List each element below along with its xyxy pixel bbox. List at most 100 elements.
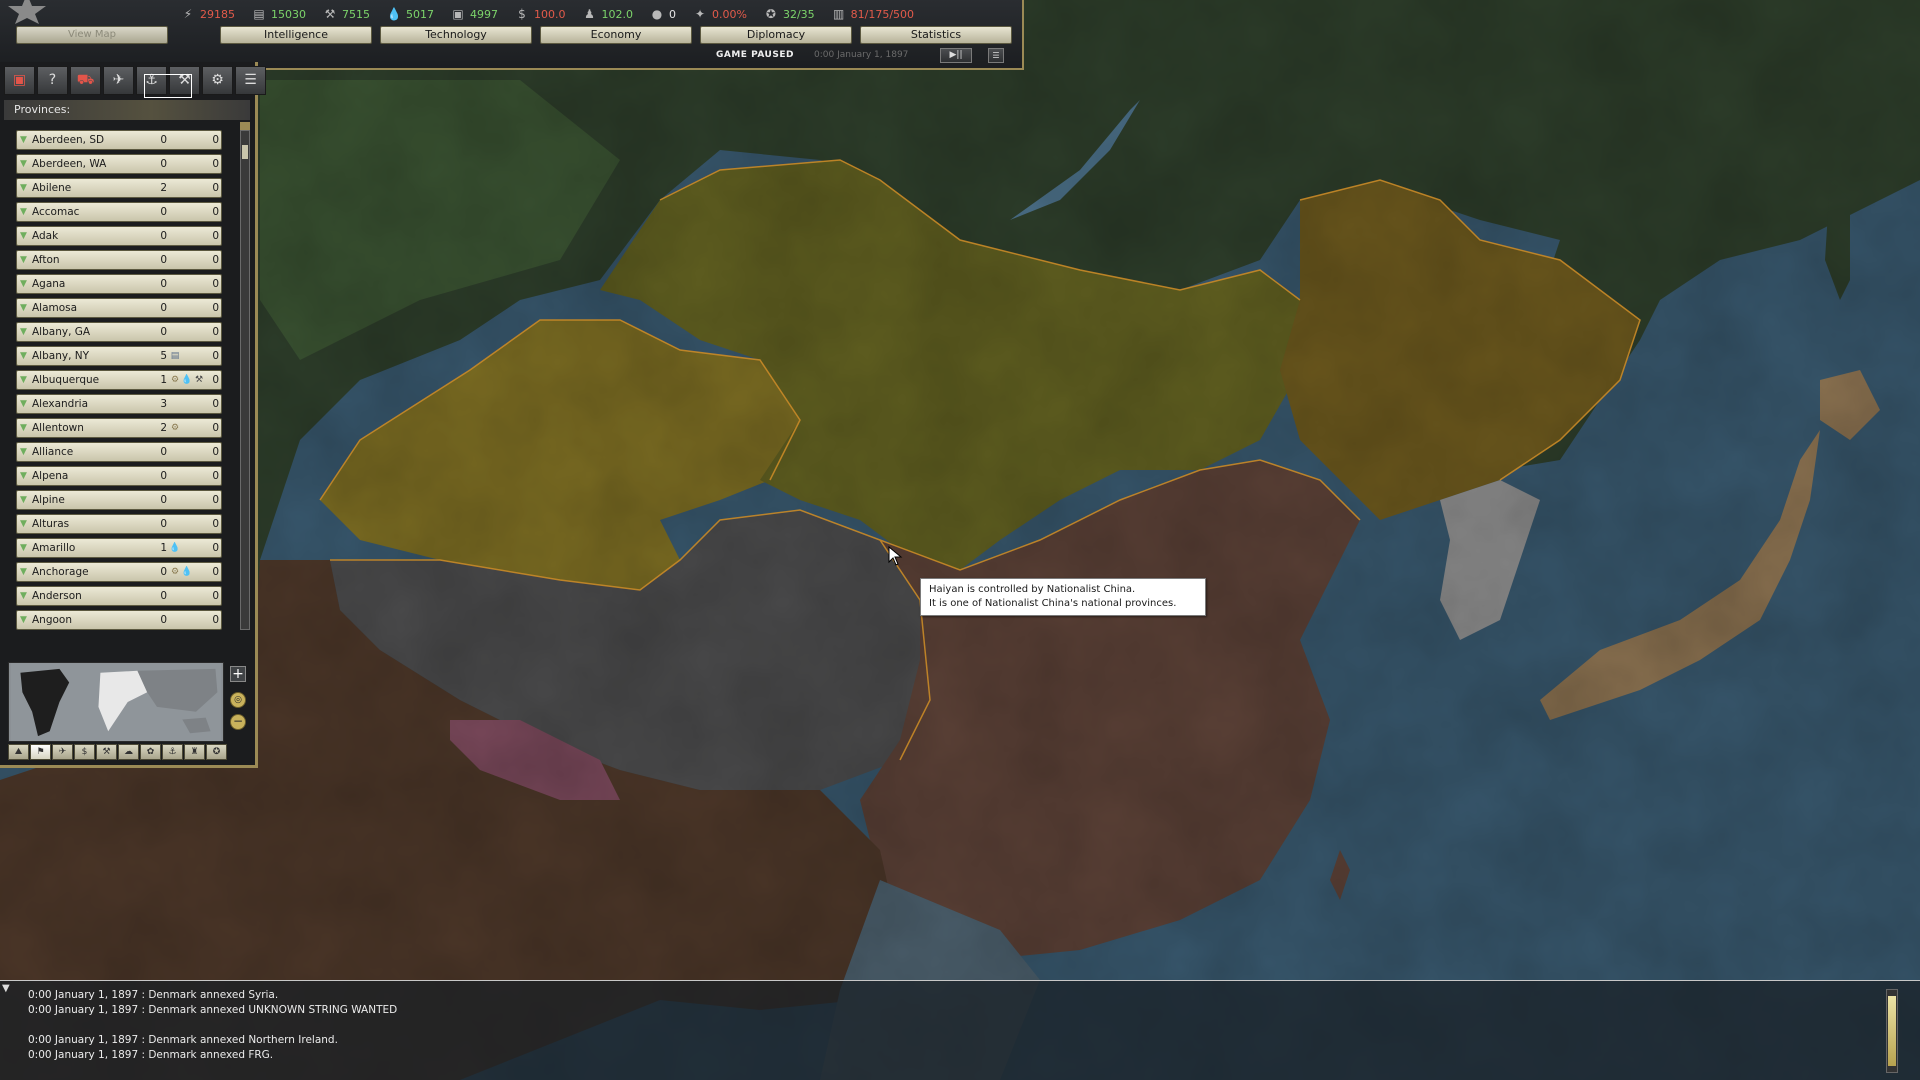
play-pause-button[interactable]: ▶|| [940,48,972,63]
resource-manpower[interactable]: ♟ 102.0 [582,7,633,21]
province-infrastructure: 0 [160,518,167,530]
scroll-up-button[interactable] [240,122,250,130]
province-infrastructure: 0 [160,470,167,482]
province-row[interactable]: ▼ Anderson 0 0 [16,586,222,606]
mouse-cursor-icon [888,546,903,566]
province-row[interactable]: ▼ Anchorage 0 ⚙ 💧 0 [16,562,222,582]
partisan-mode-icon[interactable]: ♜ [184,744,205,760]
terrain-mode-icon[interactable]: ⛰ [8,744,29,760]
province-value: 0 [212,230,219,242]
metal-icon: ▤ [253,7,265,21]
tooltip-line-1: Haiyan is controlled by Nationalist Chin… [929,584,1136,595]
province-row[interactable]: ▼ Albuquerque 1 ⚙ 💧 ⚒ 0 [16,370,222,390]
province-row[interactable]: ▼ Alexandria 3 0 [16,394,222,414]
province-scrollbar[interactable] [240,130,250,630]
resource-mode-icon[interactable]: ⚒ [96,744,117,760]
provinces-label: Provinces: [14,103,71,116]
province-flag-icon: ▼ [20,183,27,193]
tab-statistics[interactable]: Statistics [860,26,1012,44]
province-flag-icon: ▼ [20,615,27,625]
province-row[interactable]: ▼ Albany, NY 5 ▤ 0 [16,346,222,366]
resource-rare-materials[interactable]: ⚒ 7515 [322,7,370,21]
province-view-icon[interactable]: ▣ [4,66,35,95]
nation-star-icon[interactable] [2,0,52,24]
log-scrollbar[interactable] [1886,989,1898,1073]
menu-button[interactable]: ☰ [988,48,1004,63]
province-row[interactable]: ▼ Alturas 0 0 [16,514,222,534]
province-row[interactable]: ▼ Alpine 0 0 [16,490,222,510]
tab-diplomacy[interactable]: Diplomacy [700,26,852,44]
province-infrastructure: 0 [160,326,167,338]
province-infrastructure: 0 [160,302,167,314]
province-row[interactable]: ▼ Agana 0 0 [16,274,222,294]
province-infrastructure: 1 [160,542,167,554]
province-row[interactable]: ▼ Allentown 2 ⚙ 0 [16,418,222,438]
province-row[interactable]: ▼ Alpena 0 0 [16,466,222,486]
log-scroll-thumb[interactable] [1888,996,1896,1066]
center-map-button[interactable]: ◎ [230,692,246,708]
province-row[interactable]: ▼ Adak 0 0 [16,226,222,246]
view-map-button[interactable]: View Map [16,26,168,44]
resource-diplomacy[interactable]: ● 0 [649,7,676,21]
list-icon[interactable]: ☰ [235,66,266,95]
resource-metal[interactable]: ▤ 15030 [251,7,306,21]
political-mode-icon[interactable]: ⚑ [30,744,51,760]
province-infrastructure: 2 [160,422,167,434]
province-row[interactable]: ▼ Aberdeen, SD 0 0 [16,130,222,150]
minimap[interactable] [8,662,224,742]
province-row[interactable]: ▼ Alamosa 0 0 [16,298,222,318]
money-icon: $ [518,7,526,21]
help-icon[interactable]: ? [37,66,68,95]
theatre-mode-icon[interactable]: ✪ [206,744,227,760]
gear-icon: ⚙ [170,375,180,385]
resource-supplies[interactable]: ▣ 4997 [450,7,498,21]
province-infrastructure: 3 [160,398,167,410]
zoom-out-button[interactable]: − [230,714,246,730]
province-value: 0 [212,494,219,506]
province-tooltip: Haiyan is controlled by Nationalist Chin… [920,578,1206,616]
province-row[interactable]: ▼ Afton 0 0 [16,250,222,270]
province-row[interactable]: ▼ Accomac 0 0 [16,202,222,222]
land-units-icon[interactable]: ⛟ [70,66,101,95]
province-flag-icon: ▼ [20,495,27,505]
resource-energy[interactable]: ⚡ 29185 [180,7,235,21]
province-name: Agana [32,278,66,290]
supply-mode-icon[interactable]: ✈ [52,744,73,760]
collapse-log-icon[interactable]: ▼ [2,983,10,994]
province-value: 0 [212,302,219,314]
province-flag-icon: ▼ [20,327,27,337]
province-value: 0 [212,614,219,626]
air-units-icon[interactable]: ✈ [103,66,134,95]
economic-mode-icon[interactable]: $ [74,744,95,760]
top-bar: ⚡ 29185 ▤ 15030 ⚒ 7515 💧 5017 ▣ 4997 $100.0 ♟ 102.0 ●… [0,0,1024,70]
resource-units[interactable]: ▥ 81/175/500 [831,7,914,21]
resource-money[interactable]: $100.0 [514,7,565,21]
naval-mode-icon[interactable]: ⚓ [162,744,183,760]
minimap-viewport[interactable] [144,74,192,98]
tab-technology[interactable]: Technology [380,26,532,44]
diplomatic-mode-icon[interactable]: ✿ [140,744,161,760]
resource-leadership[interactable]: ✪ 32/35 [763,7,815,21]
resource-dissent[interactable]: ✦ 0.00% [692,7,747,21]
province-row[interactable]: ▼ Abilene 2 0 [16,178,222,198]
province-row[interactable]: ▼ Amarillo 1 💧 0 [16,538,222,558]
world-map[interactable] [0,0,1920,1080]
tab-intelligence[interactable]: Intelligence [220,26,372,44]
scroll-thumb[interactable] [242,145,248,159]
settings-icon[interactable]: ⚙ [202,66,233,95]
province-row[interactable]: ▼ Albany, GA 0 0 [16,322,222,342]
weather-mode-icon[interactable]: ☁ [118,744,139,760]
province-row[interactable]: ▼ Angoon 0 0 [16,610,222,630]
log-line: 0:00 January 1, 1897 : Denmark annexed S… [28,989,279,1001]
resource-oil[interactable]: 💧 5017 [386,7,434,21]
province-row[interactable]: ▼ Alliance 0 0 [16,442,222,462]
province-row[interactable]: ▼ Aberdeen, WA 0 0 [16,154,222,174]
tab-economy[interactable]: Economy [540,26,692,44]
province-flag-icon: ▼ [20,279,27,289]
zoom-in-button[interactable]: + [230,666,246,682]
resource-value: 32/35 [782,7,815,21]
province-list: ▼ Aberdeen, SD 0 0 ▼ Aberdeen, WA 0 0 ▼ Abilene 2 0… [16,130,222,634]
province-value: 0 [212,590,219,602]
province-infrastructure: 1 [160,374,167,386]
province-flag-icon: ▼ [20,255,27,265]
